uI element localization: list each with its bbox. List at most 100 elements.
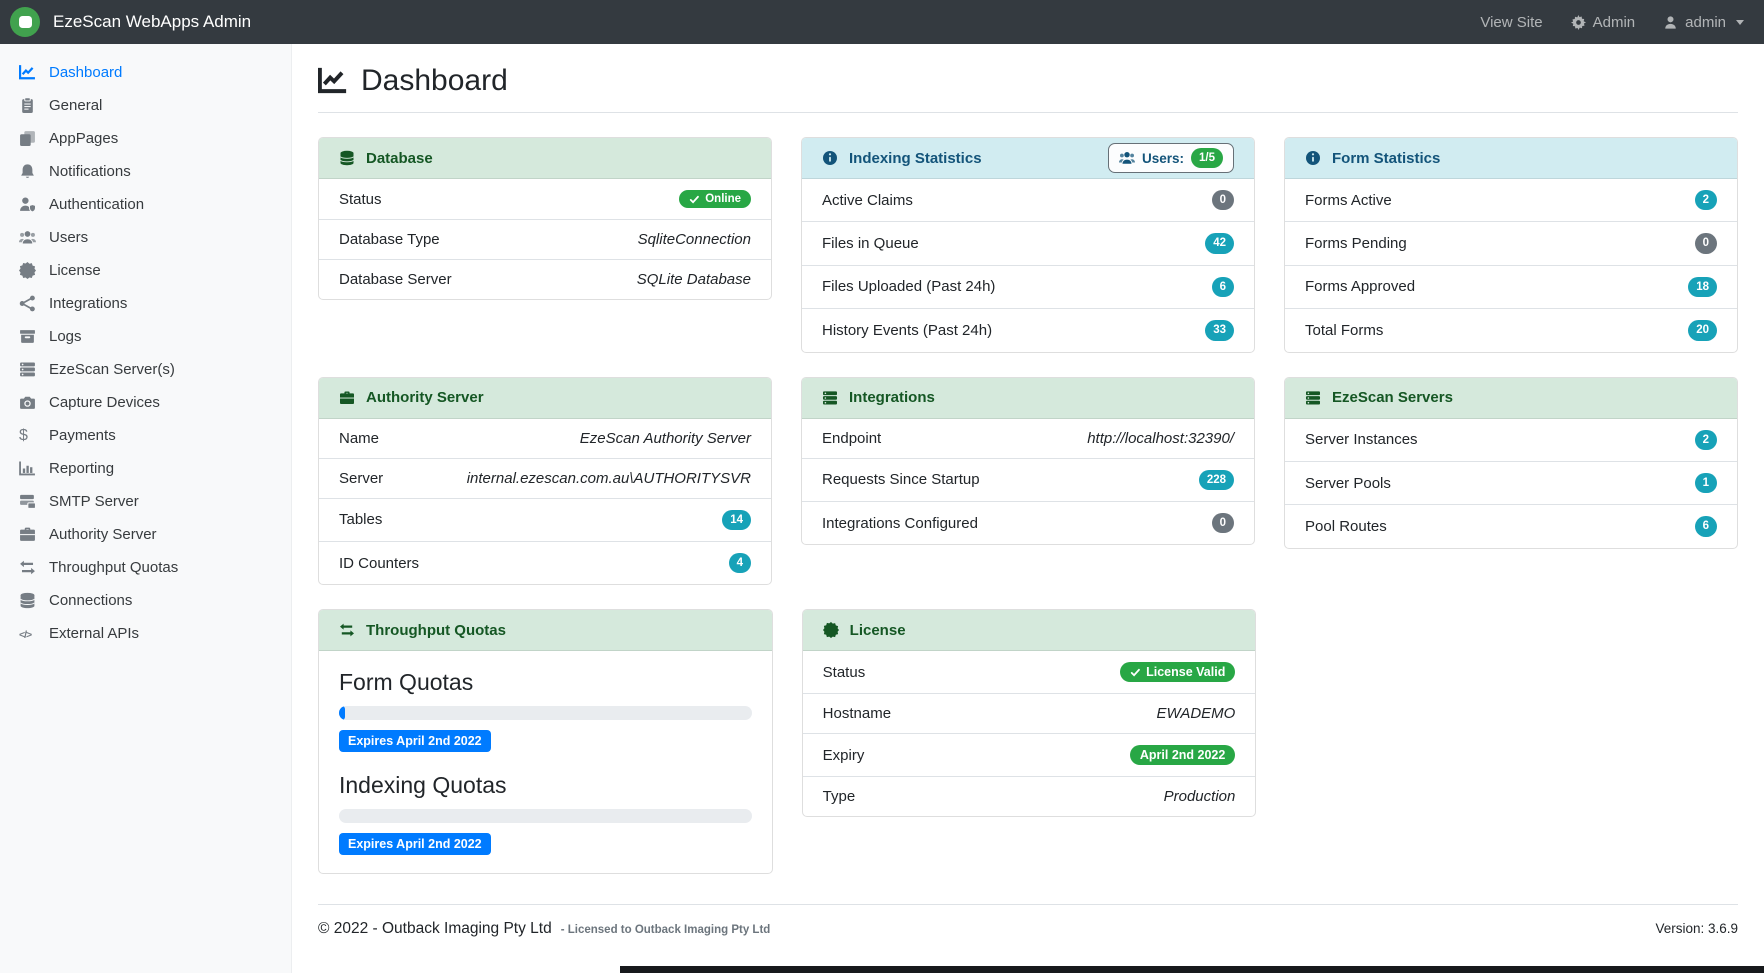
authority-server-card-header: Authority Server — [319, 378, 771, 419]
sidebar-item-notifications[interactable]: Notifications — [0, 155, 291, 188]
row-label: Hostname — [823, 705, 891, 722]
row-label: Forms Approved — [1305, 278, 1415, 295]
table-row: Status Online — [319, 179, 771, 219]
sidebar-item-smtp-server[interactable]: SMTP Server — [0, 485, 291, 518]
sidebar-item-dashboard[interactable]: Dashboard — [0, 56, 291, 89]
indexing-statistics-card-header: Indexing Statistics Users: 1/5 — [802, 138, 1254, 179]
table-row: Forms Pending 0 — [1285, 221, 1737, 264]
sidebar-item-apppages[interactable]: AppPages — [0, 122, 291, 155]
archive-box-icon — [19, 328, 36, 345]
chart-bar-icon — [19, 460, 36, 477]
dollar-icon — [19, 427, 36, 444]
user-menu[interactable]: admin — [1663, 14, 1744, 31]
sidebar-item-external-apis[interactable]: External APIs — [0, 617, 291, 650]
table-row: Database Type SqliteConnection — [319, 219, 771, 259]
table-row: Files in Queue 42 — [802, 221, 1254, 264]
row-label: Status — [823, 664, 866, 681]
form-statistics-card-header: Form Statistics — [1285, 138, 1737, 179]
count-badge: 0 — [1212, 513, 1234, 533]
row-value: SqliteConnection — [638, 231, 751, 248]
section-heading: Form Quotas — [339, 669, 752, 696]
indexing-statistics-card: Indexing Statistics Users: 1/5 Active Cl… — [801, 137, 1255, 353]
title-divider — [318, 112, 1738, 113]
server-icon — [19, 361, 36, 378]
sidebar-item-label: Reporting — [49, 460, 114, 477]
count-badge: 228 — [1199, 470, 1234, 490]
sidebar-item-integrations[interactable]: Integrations — [0, 287, 291, 320]
certificate-icon — [19, 262, 36, 279]
license-status-badge: License Valid — [1120, 662, 1235, 682]
count-badge: 33 — [1205, 320, 1234, 340]
form-quotas-section: Form Quotas Expires April 2nd 2022 — [339, 669, 752, 752]
sidebar-item-label: EzeScan Server(s) — [49, 361, 175, 378]
sidebar-item-payments[interactable]: Payments — [0, 419, 291, 452]
row-label: Server Instances — [1305, 431, 1418, 448]
sidebar-item-label: Throughput Quotas — [49, 559, 178, 576]
sidebar-item-label: Logs — [49, 328, 82, 345]
app-brand[interactable]: EzeScan WebApps Admin — [10, 7, 251, 37]
row-label: Database Server — [339, 271, 452, 288]
server-icon — [822, 390, 838, 406]
count-badge: 6 — [1212, 277, 1234, 297]
sidebar-item-license[interactable]: License — [0, 254, 291, 287]
database-card: Database Status Online Database Type Sql… — [318, 137, 772, 300]
row-label: ID Counters — [339, 555, 419, 572]
table-row: Name EzeScan Authority Server — [319, 419, 771, 458]
expiry-badge: Expires April 2nd 2022 — [339, 730, 491, 752]
sidebar-item-users[interactable]: Users — [0, 221, 291, 254]
sidebar-item-authentication[interactable]: Authentication — [0, 188, 291, 221]
sidebar-item-label: External APIs — [49, 625, 139, 642]
sidebar-item-capture-devices[interactable]: Capture Devices — [0, 386, 291, 419]
table-row: Files Uploaded (Past 24h) 6 — [802, 265, 1254, 308]
form-quotas-progress — [339, 706, 752, 720]
admin-link[interactable]: Admin — [1571, 14, 1636, 31]
row-label: Integrations Configured — [822, 515, 978, 532]
row-label: Files Uploaded (Past 24h) — [822, 278, 995, 295]
sidebar-item-throughput-quotas[interactable]: Throughput Quotas — [0, 551, 291, 584]
sidebar-item-label: Integrations — [49, 295, 127, 312]
sidebar-item-label: Authority Server — [49, 526, 157, 543]
table-row: Active Claims 0 — [802, 179, 1254, 221]
row-label: Pool Routes — [1305, 518, 1387, 535]
sidebar-item-authority-server[interactable]: Authority Server — [0, 518, 291, 551]
sidebar-item-connections[interactable]: Connections — [0, 584, 291, 617]
gear-icon — [1571, 15, 1586, 30]
table-row: Tables 14 — [319, 498, 771, 541]
table-row: Server internal.ezescan.com.au\AUTHORITY… — [319, 458, 771, 498]
throughput-quotas-card-header: Throughput Quotas — [319, 610, 772, 651]
sidebar-item-label: Dashboard — [49, 64, 122, 81]
sidebar-item-logs[interactable]: Logs — [0, 320, 291, 353]
count-badge: 42 — [1205, 233, 1234, 253]
database-icon — [339, 150, 355, 166]
row-label: Expiry — [823, 747, 865, 764]
count-badge: 0 — [1212, 190, 1234, 210]
row-label: History Events (Past 24h) — [822, 322, 992, 339]
row-label: Server — [339, 470, 383, 487]
count-badge: 2 — [1695, 430, 1717, 450]
expiry-date-badge: April 2nd 2022 — [1130, 745, 1235, 765]
table-row: Hostname EWADEMO — [803, 693, 1256, 733]
sidebar-item-reporting[interactable]: Reporting — [0, 452, 291, 485]
table-row: Total Forms 20 — [1285, 308, 1737, 351]
authority-server-card: Authority Server Name EzeScan Authority … — [318, 377, 772, 586]
row-value: Production — [1164, 788, 1236, 805]
footer: © 2022 - Outback Imaging Pty Ltd - Licen… — [318, 905, 1738, 938]
row-value: internal.ezescan.com.au\AUTHORITYSVR — [467, 470, 751, 487]
clipboard-icon — [19, 97, 36, 114]
smtp-server-icon — [19, 493, 36, 510]
sidebar-item-ezescan-servers[interactable]: EzeScan Server(s) — [0, 353, 291, 386]
count-badge: 18 — [1688, 277, 1717, 297]
licensed-to-text: - Licensed to Outback Imaging Pty Ltd — [561, 924, 771, 936]
license-card: License Status License Valid Hostname EW… — [802, 609, 1257, 817]
sidebar-item-label: General — [49, 97, 102, 114]
exchange-arrows-icon — [339, 622, 355, 638]
sidebar-item-general[interactable]: General — [0, 89, 291, 122]
sidebar-item-label: SMTP Server — [49, 493, 139, 510]
view-site-link[interactable]: View Site — [1480, 14, 1542, 31]
row-label: Forms Active — [1305, 192, 1392, 209]
count-badge: 1 — [1695, 473, 1717, 493]
row-label: Files in Queue — [822, 235, 919, 252]
users-count-button[interactable]: Users: 1/5 — [1108, 143, 1234, 173]
chart-line-icon — [318, 66, 348, 96]
section-heading: Indexing Quotas — [339, 772, 752, 799]
